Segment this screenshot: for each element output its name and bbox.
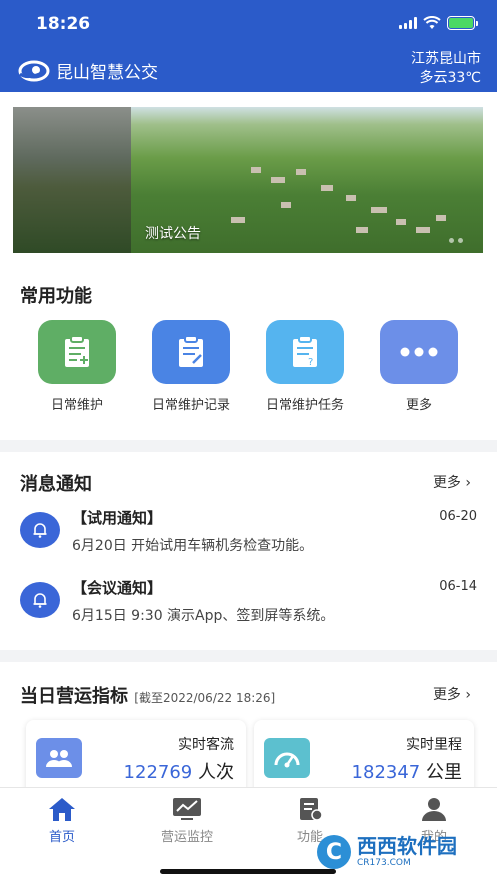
stat-label: 实时客流: [178, 737, 234, 753]
announcement-banner[interactable]: 测试公告: [13, 107, 483, 253]
banner-caption: 测试公告: [145, 226, 201, 242]
watermark-sub: CR173.COM: [357, 858, 411, 868]
home-indicator: [160, 869, 336, 874]
section-title-operations: 当日营运指标 [截至2022/06/22 18:26]: [20, 682, 275, 708]
app-logo-icon: [18, 60, 50, 81]
stat-value: 182347 公里: [352, 758, 462, 784]
watermark: C 西西软件园 CR173.COM: [317, 832, 477, 872]
message-body: 6月15日 9:30 演示App、签到屏等系统。: [72, 608, 335, 624]
app-brand: 昆山智慧公交: [18, 58, 158, 83]
section-title-messages: 消息通知: [20, 474, 92, 495]
passengers-icon: [36, 738, 82, 778]
messages-section: 消息通知 更多 › 【试用通知】 06-20 6月20日 开始试用车辆机务检查功…: [0, 452, 497, 650]
svg-text:?: ?: [308, 357, 313, 368]
stat-number: 122769: [123, 762, 193, 783]
function-more[interactable]: 更多: [362, 320, 476, 413]
message-title: 【试用通知】: [72, 509, 163, 527]
function-maintenance-tasks[interactable]: ? 日常维护任务: [248, 320, 362, 413]
message-date: 06-14: [439, 579, 477, 594]
weather-info: 江苏昆山市 多云33℃: [411, 50, 481, 88]
home-icon: [49, 798, 75, 821]
stat-number: 182347: [351, 762, 421, 783]
message-title: 【会议通知】: [72, 579, 163, 597]
signal-icon: [399, 17, 417, 29]
banner-image-rock: [13, 107, 131, 253]
clipboard-question-icon: ?: [266, 320, 344, 384]
tab-home[interactable]: 首页: [22, 796, 102, 845]
function-maintenance-records[interactable]: 日常维护记录: [134, 320, 248, 413]
stat-label: 实时里程: [406, 737, 462, 753]
clipboard-add-icon: [38, 320, 116, 384]
watermark-text: 西西软件园 CR173.COM: [357, 836, 457, 868]
more-label: 更多: [432, 475, 461, 491]
function-label: 日常维护任务: [265, 398, 344, 413]
wifi-icon: [423, 16, 441, 29]
banner-pagination: [449, 238, 463, 243]
more-label: 更多: [432, 687, 461, 703]
weather-text: 多云33℃: [419, 70, 481, 86]
section-title-functions: 常用功能: [20, 286, 92, 307]
message-body: 6月20日 开始试用车辆机务检查功能。: [72, 538, 314, 554]
speedometer-icon: [264, 738, 310, 778]
battery-icon: [447, 16, 478, 30]
app-title: 昆山智慧公交: [56, 63, 158, 83]
function-daily-maintenance[interactable]: 日常维护: [20, 320, 134, 413]
message-item[interactable]: 【试用通知】 06-20 6月20日 开始试用车辆机务检查功能。: [0, 504, 497, 564]
bell-icon: [20, 582, 60, 618]
user-icon: [422, 798, 446, 821]
daily-operations-section: 当日营运指标 [截至2022/06/22 18:26] 更多 › 实时客流 12…: [0, 662, 497, 800]
banner-section: 测试公告: [0, 92, 497, 268]
stat-unit: 公里: [426, 762, 462, 783]
clipboard-edit-icon: [152, 320, 230, 384]
chevron-right-icon: ›: [465, 475, 471, 491]
function-label: 更多: [405, 398, 432, 413]
message-date: 06-20: [439, 509, 477, 524]
operations-more-link[interactable]: 更多 ›: [433, 684, 471, 704]
messages-more-link[interactable]: 更多 ›: [433, 472, 471, 492]
bell-icon: [20, 512, 60, 548]
app-header: 18:26 昆山智慧公交 江苏昆山市 多云33℃: [0, 0, 497, 92]
function-label: 日常维护: [50, 398, 103, 413]
function-grid: 日常维护 日常维护记录 ? 日常维护任务 更多: [0, 320, 497, 413]
stat-unit: 人次: [198, 762, 234, 783]
watermark-logo-icon: C: [317, 835, 351, 869]
more-dots-icon: [380, 320, 458, 384]
operations-timestamp: [截至2022/06/22 18:26]: [134, 691, 276, 705]
function-doc-icon: [300, 798, 323, 821]
stat-value: 122769 人次: [124, 758, 234, 784]
status-time: 18:26: [36, 14, 91, 34]
watermark-main: 西西软件园: [357, 834, 457, 858]
operations-title: 当日营运指标: [20, 686, 128, 707]
common-functions-section: 常用功能 日常维护 日常维护记录 ? 日常维护任务 更多: [0, 268, 497, 440]
city-name: 江苏昆山市: [411, 51, 481, 67]
tab-label: 首页: [48, 830, 75, 845]
monitor-chart-icon: [173, 798, 201, 820]
status-icons: [399, 16, 478, 30]
tab-operations-monitor[interactable]: 营运监控: [147, 796, 227, 845]
chevron-right-icon: ›: [465, 687, 471, 703]
message-item[interactable]: 【会议通知】 06-14 6月15日 9:30 演示App、签到屏等系统。: [0, 574, 497, 634]
tab-label: 营运监控: [160, 830, 213, 845]
function-label: 日常维护记录: [151, 398, 230, 413]
